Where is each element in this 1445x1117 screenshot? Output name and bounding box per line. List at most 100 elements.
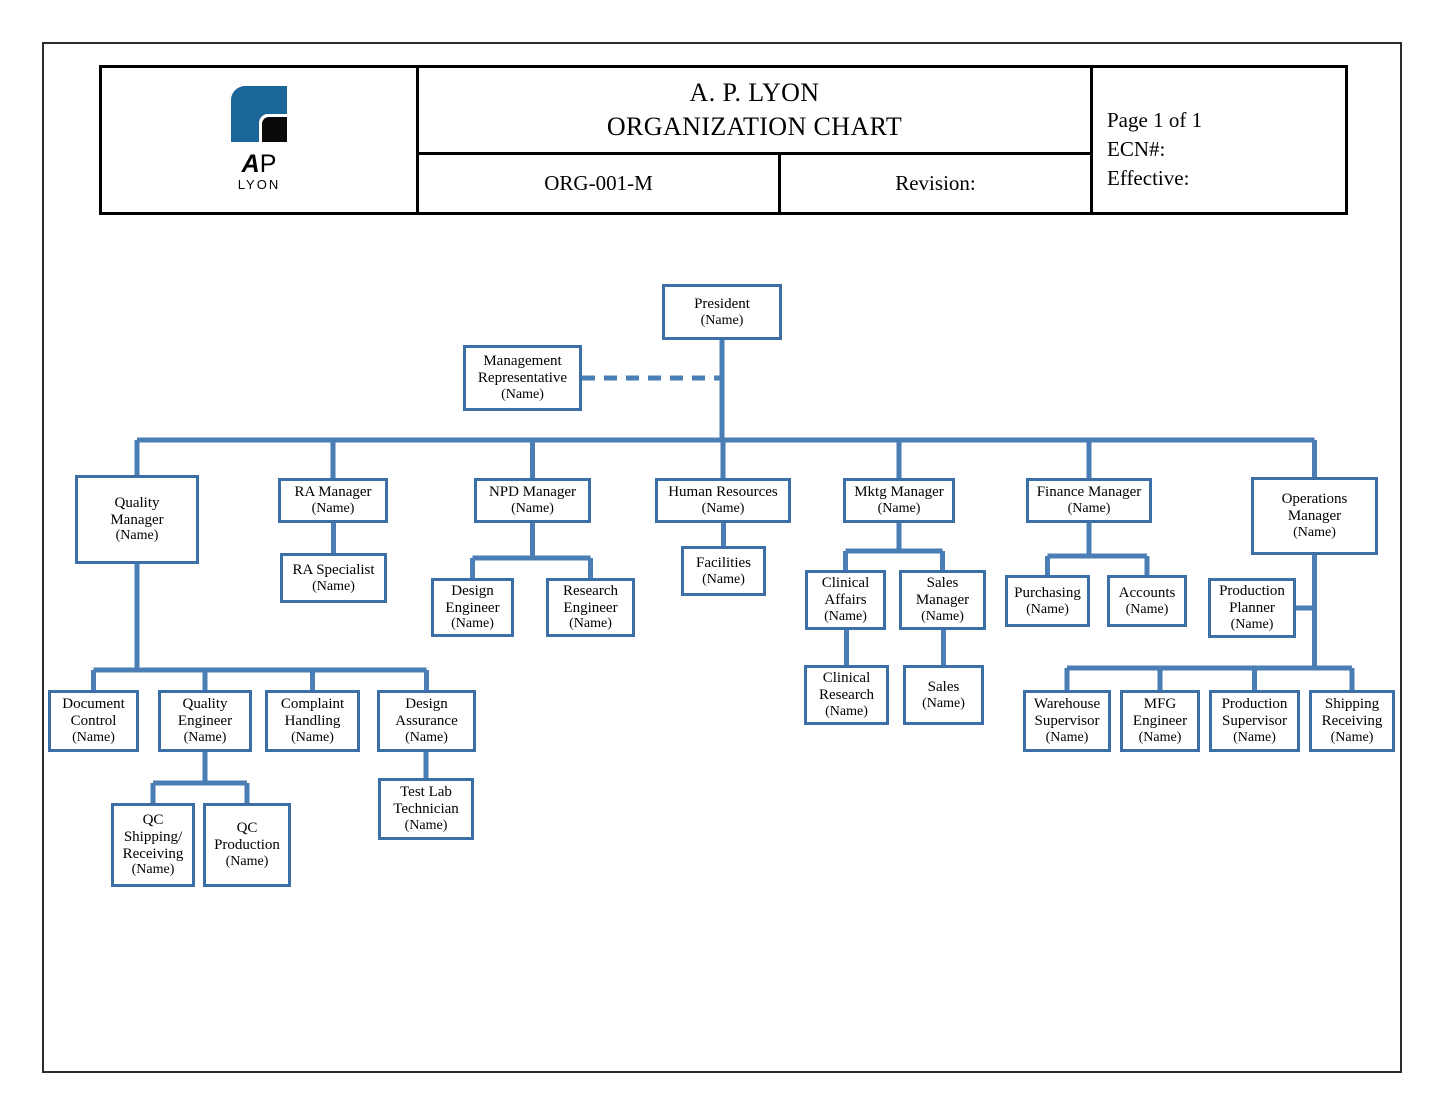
org-node-document-control[interactable]: Document Control (Name) (48, 690, 139, 752)
org-node-name: (Name) (701, 501, 745, 517)
org-node-title: RA Specialist (292, 561, 375, 578)
org-node-title: Technician (393, 801, 459, 818)
org-node-sales[interactable]: Sales (Name) (903, 665, 984, 725)
org-node-title: Purchasing (1014, 584, 1081, 601)
org-node-title: Handling (284, 713, 341, 730)
org-node-title: MFG (1143, 696, 1177, 713)
org-node-title: Warehouse (1033, 696, 1101, 713)
org-node-facilities[interactable]: Facilities (Name) (681, 546, 766, 596)
org-node-npd-manager[interactable]: NPD Manager (Name) (474, 478, 591, 523)
org-node-quality-manager[interactable]: Quality Manager (Name) (75, 475, 199, 564)
org-node-title: Design (405, 696, 448, 713)
org-node-name: (Name) (225, 853, 269, 869)
org-node-name: (Name) (131, 862, 175, 878)
org-node-qc-production[interactable]: QC Production (Name) (203, 803, 291, 887)
org-node-name: (Name) (877, 501, 921, 517)
org-node-name: (Name) (311, 501, 355, 517)
org-node-title: Engineer (177, 713, 233, 730)
org-node-title: Management (483, 353, 562, 370)
org-node-title: Representative (477, 370, 568, 387)
org-node-purchasing[interactable]: Purchasing (Name) (1005, 575, 1090, 627)
org-node-title: Operations (1281, 491, 1348, 508)
org-node-name: (Name) (115, 528, 159, 544)
org-node-president[interactable]: President (Name) (662, 284, 782, 340)
org-node-accounts[interactable]: Accounts (Name) (1107, 575, 1187, 627)
org-node-name: (Name) (404, 817, 448, 833)
org-node-qc-shipping-receiving[interactable]: QC Shipping/Receiving (Name) (111, 803, 195, 887)
org-node-title: Research (563, 582, 618, 599)
org-node-design-assurance[interactable]: Design Assurance (Name) (377, 690, 476, 752)
org-node-name: (Name) (312, 578, 355, 594)
org-node-name: (Name) (825, 703, 868, 719)
org-node-ra-specialist[interactable]: RA Specialist (Name) (280, 553, 387, 603)
org-node-name: (Name) (451, 616, 494, 632)
org-node-name: (Name) (1067, 501, 1111, 517)
org-node-title: Quality (182, 696, 228, 713)
org-node-warehouse-supervisor[interactable]: Warehouse Supervisor (Name) (1023, 690, 1111, 752)
org-node-shipping-receiving[interactable]: Shipping Receiving (Name) (1309, 690, 1395, 752)
org-node-title: Production (1221, 696, 1288, 713)
org-node-title: Research (819, 687, 874, 704)
org-node-title: Finance Manager (1036, 484, 1142, 501)
org-node-name: (Name) (405, 729, 448, 745)
org-node-title: Planner (1229, 600, 1275, 617)
org-node-finance-manager[interactable]: Finance Manager (Name) (1026, 478, 1152, 523)
org-node-name: (Name) (1045, 729, 1089, 745)
org-node-mktg-manager[interactable]: Mktg Manager (Name) (843, 478, 955, 523)
org-node-title: Supervisor (1222, 713, 1287, 730)
org-node-ra-manager[interactable]: RA Manager (Name) (278, 478, 388, 523)
org-node-title: Engineer (445, 599, 500, 616)
org-node-design-engineer[interactable]: Design Engineer (Name) (431, 578, 514, 637)
organization-chart-page: AP LYON A. P. LYON ORGANIZATION CHART OR… (0, 0, 1445, 1117)
org-node-title: Assurance (395, 713, 458, 730)
org-node-title: NPD Manager (488, 484, 577, 501)
org-node-name: (Name) (921, 608, 964, 624)
org-node-quality-engineer[interactable]: Quality Engineer (Name) (158, 690, 252, 752)
org-node-name: (Name) (511, 501, 554, 517)
org-node-mfg-engineer[interactable]: MFG Engineer (Name) (1120, 690, 1200, 752)
org-node-title: QC (236, 820, 258, 837)
org-node-name: (Name) (700, 312, 744, 328)
org-node-mgmt-rep[interactable]: Management Representative (Name) (463, 345, 582, 411)
org-node-complaint-handling[interactable]: Complaint Handling (Name) (265, 690, 360, 752)
org-node-title: Receiving (122, 845, 184, 862)
org-node-title: Quality (114, 494, 160, 511)
org-chart: President (Name) Management Representative(… (0, 0, 1445, 1117)
org-node-name: (Name) (569, 616, 612, 632)
org-node-clinical-affairs[interactable]: Clinical Affairs (Name) (805, 570, 886, 630)
org-node-production-supervisor[interactable]: Production Supervisor (Name) (1209, 690, 1300, 752)
org-node-title: Manager (1287, 508, 1342, 525)
org-node-title: Clinical (821, 575, 870, 592)
org-node-test-lab-technician[interactable]: Test Lab Technician (Name) (378, 778, 474, 840)
org-node-title: RA Manager (294, 484, 372, 501)
org-node-title: Accounts (1118, 584, 1176, 601)
org-node-title: Clinical (822, 670, 871, 687)
org-node-title: Facilities (696, 554, 751, 571)
org-node-clinical-research[interactable]: Clinical Research (Name) (804, 665, 889, 725)
org-node-title: Manager (915, 592, 970, 609)
org-node-sales-manager[interactable]: Sales Manager (Name) (899, 570, 986, 630)
org-node-title: Supervisor (1034, 713, 1100, 730)
org-node-name: (Name) (922, 695, 965, 711)
org-node-title: Engineer (1132, 713, 1188, 730)
org-node-name: (Name) (702, 571, 745, 587)
org-node-title: Sales (926, 575, 959, 592)
org-node-name: (Name) (1125, 601, 1169, 617)
org-node-title: Production (214, 837, 280, 854)
org-node-operations-manager[interactable]: Operations Manager (Name) (1251, 477, 1378, 555)
org-node-research-engineer[interactable]: Research Engineer (Name) (546, 578, 635, 637)
org-node-human-resources[interactable]: Human Resources (Name) (655, 478, 791, 523)
org-node-title: Complaint (280, 696, 345, 713)
org-node-name: (Name) (824, 608, 867, 624)
org-node-name: (Name) (1230, 616, 1274, 632)
org-node-name: (Name) (72, 729, 115, 745)
org-node-name: (Name) (1233, 729, 1276, 745)
org-node-title: Document (62, 696, 125, 713)
org-node-title: Shipping/ (123, 828, 183, 845)
org-node-name: (Name) (1330, 729, 1374, 745)
org-node-production-planner[interactable]: Production Planner (Name) (1208, 578, 1296, 638)
org-node-title: Affairs (824, 592, 867, 609)
org-node-name: (Name) (501, 386, 544, 402)
org-node-title: Design (451, 582, 494, 599)
org-node-title: President (694, 295, 750, 312)
